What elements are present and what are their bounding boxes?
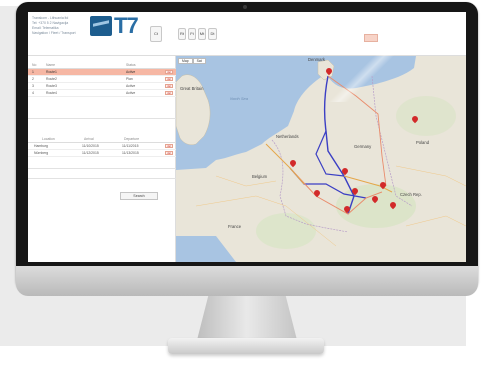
divider — [28, 118, 176, 119]
table-row[interactable]: 4 Route4 Active del — [28, 90, 176, 97]
toolbar-button-ct[interactable]: Ct — [150, 26, 162, 42]
label-great-britain: Great Britain — [180, 86, 204, 91]
map-marker-icon[interactable] — [344, 206, 350, 214]
app-header: Transkom - Lithuania ltd Tel: +370 5 2 N… — [28, 12, 466, 56]
route-name: Route3 — [46, 84, 57, 88]
map-marker-icon[interactable] — [352, 188, 358, 196]
atlantic-sea — [176, 236, 236, 262]
route-no: 2 — [32, 77, 34, 81]
search-button[interactable]: Search — [120, 192, 158, 200]
delete-button[interactable]: del — [165, 151, 173, 155]
map-marker-icon[interactable] — [290, 160, 296, 168]
route-status: Active — [126, 70, 136, 74]
route-map[interactable]: Map Sat Great Britain North Sea Denmark … — [176, 56, 466, 262]
logo-icon — [90, 16, 112, 36]
stop-departure: 11/13/2015 — [122, 151, 139, 155]
stop-location: Nürnberg — [34, 151, 49, 155]
map-type-control: Map Sat — [178, 58, 206, 64]
delete-button[interactable]: del — [165, 70, 173, 74]
notification-badge[interactable] — [364, 34, 378, 42]
baltic-sea — [326, 56, 416, 89]
table-row[interactable]: 2 Route2 Plan del — [28, 76, 176, 83]
map-marker-icon[interactable] — [326, 68, 332, 76]
routes-table: No Name Status 1 Route1 Active del 2 Rou… — [28, 62, 176, 97]
map-marker-icon[interactable] — [372, 196, 378, 204]
delete-button[interactable]: del — [165, 77, 173, 81]
label-poland: Poland — [416, 140, 430, 145]
column-header-no: No — [32, 63, 37, 67]
label-czech: Czech Rep. — [400, 192, 422, 197]
app-screen: Transkom - Lithuania ltd Tel: +370 5 2 N… — [28, 12, 466, 262]
route-name: Route1 — [46, 70, 57, 74]
route-line-tertiary — [265, 143, 305, 185]
label-denmark: Denmark — [308, 57, 325, 62]
delete-button[interactable]: del — [165, 144, 173, 148]
column-header-location: Location — [42, 137, 55, 141]
stops-table: Location Arrival Departure Hamburg 11/10… — [28, 136, 176, 157]
column-header-departure: Departure — [124, 137, 140, 141]
table-header-row: Location Arrival Departure — [28, 136, 176, 143]
forest-area — [256, 213, 316, 249]
map-marker-icon[interactable] — [390, 202, 396, 210]
logo-text: T7 — [114, 13, 139, 38]
table-row[interactable]: 3 Route3 Active del — [28, 83, 176, 90]
stop-arrival: 11/10/2015 — [82, 144, 99, 148]
route-no: 1 — [32, 70, 34, 74]
toolbar-button-rt[interactable]: Rt — [178, 28, 186, 40]
satellite-button[interactable]: Sat — [192, 58, 206, 64]
table-row[interactable]: Hamburg 11/10/2015 11/11/2015 del — [28, 143, 176, 150]
table-row[interactable]: 1 Route1 Active del — [28, 69, 176, 76]
label-germany: Germany — [354, 144, 372, 149]
route-line-secondary — [327, 75, 387, 187]
label-north-sea: North Sea — [230, 96, 249, 101]
divider — [28, 168, 176, 169]
column-header-arrival: Arrival — [84, 137, 94, 141]
road — [195, 165, 466, 247]
label-netherlands: Netherlands — [276, 134, 299, 139]
webcam-icon — [243, 5, 247, 9]
company-info: Transkom - Lithuania ltd Tel: +370 5 2 N… — [32, 16, 90, 36]
map-marker-icon[interactable] — [314, 190, 320, 198]
toolbar-button-dt[interactable]: Dt — [208, 28, 217, 40]
table-header-row: No Name Status — [28, 62, 176, 69]
delete-button[interactable]: del — [165, 91, 173, 95]
toolbar-button-mt[interactable]: Mt — [198, 28, 206, 40]
map-marker-icon[interactable] — [380, 182, 386, 190]
label-belgium: Belgium — [252, 174, 268, 179]
route-no: 3 — [32, 84, 34, 88]
table-row[interactable]: Nürnberg 11/12/2015 11/13/2015 del — [28, 150, 176, 157]
monitor-stand-neck — [196, 296, 298, 344]
map-marker-icon[interactable] — [412, 116, 418, 124]
route-name: Route2 — [46, 77, 57, 81]
monitor-chin — [16, 266, 478, 296]
map-button[interactable]: Map — [178, 58, 193, 64]
route-status: Active — [126, 91, 136, 95]
forest-area — [396, 96, 456, 136]
route-name: Route4 — [46, 91, 57, 95]
monitor-stand-foot — [168, 338, 324, 354]
stop-departure: 11/11/2015 — [122, 144, 139, 148]
stop-arrival: 11/12/2015 — [82, 151, 99, 155]
divider — [28, 178, 176, 179]
company-line: Navigation / Fleet / Transport — [32, 31, 76, 35]
column-header-name: Name — [46, 63, 56, 67]
left-panel: No Name Status 1 Route1 Active del 2 Rou… — [28, 56, 176, 262]
route-no: 4 — [32, 91, 34, 95]
delete-button[interactable]: del — [165, 84, 173, 88]
map-canvas — [176, 56, 466, 262]
toolbar-button-ft[interactable]: Ft — [188, 28, 196, 40]
route-status: Plan — [126, 77, 133, 81]
route-status: Active — [126, 84, 136, 88]
map-marker-icon[interactable] — [342, 168, 348, 176]
stop-location: Hamburg — [34, 144, 48, 148]
column-header-status: Status — [126, 63, 136, 67]
label-france: France — [228, 224, 242, 229]
